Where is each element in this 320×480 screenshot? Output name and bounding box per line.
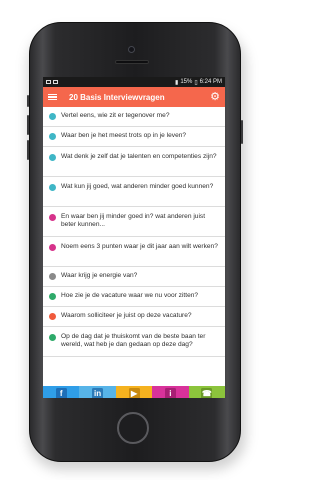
nav-tab-linkedin[interactable]: inLinkedIn <box>79 386 116 398</box>
question-dot-icon <box>49 273 56 280</box>
question-dot-icon <box>49 214 56 221</box>
volume-down-button <box>27 140 29 160</box>
gear-icon[interactable]: ⚙ <box>210 91 220 103</box>
question-text: Waar krijg je energie van? <box>61 272 138 280</box>
question-text: Noem eens 3 punten waar je dit jaar aan … <box>61 243 218 250</box>
question-list: Vertel eens, wie zit er tegenover me? Waa… <box>43 107 225 386</box>
question-dot-icon <box>49 184 56 191</box>
status-bar: ▮ 15% ▯ 6:24 PM <box>43 77 225 87</box>
battery-icon: ▯ <box>194 79 198 86</box>
download-notification-icon <box>53 80 58 84</box>
question-text: Vertel eens, wie zit er tegenover me? <box>61 112 170 120</box>
question-dot-icon <box>49 293 56 300</box>
nav-tab-contact[interactable]: ☎Contact <box>188 386 225 398</box>
question-item[interactable]: Waar ben je het meest trots op in je lev… <box>43 127 225 147</box>
app-bar: 20 Basis Interviewvragen ⚙ <box>43 87 225 107</box>
question-text: Waar ben je het meest trots op in je lev… <box>61 132 187 140</box>
info-icon: i <box>164 388 176 398</box>
mute-switch <box>27 95 29 107</box>
question-dot-icon <box>49 244 56 251</box>
linkedin-icon: in <box>92 388 104 398</box>
question-item[interactable]: Wat denk je zelf dat je talenten en comp… <box>43 147 225 177</box>
nav-tab-info[interactable]: iInfo <box>152 386 189 398</box>
question-dot-icon <box>49 154 56 161</box>
front-camera <box>128 46 135 53</box>
volume-up-button <box>27 115 29 135</box>
question-dot-icon <box>49 133 56 140</box>
question-item[interactable]: Vertel eens, wie zit er tegenover me? <box>43 107 225 127</box>
app-screen: ▮ 15% ▯ 6:24 PM 20 Basis Interviewvragen… <box>43 77 225 398</box>
question-text: Waarom solliciteer je juist op deze vaca… <box>61 312 192 320</box>
question-text: Hoe zie je de vacature waar we nu voor z… <box>61 292 199 300</box>
question-item[interactable]: Hoe zie je de vacature waar we nu voor z… <box>43 287 225 307</box>
facebook-icon: f <box>55 388 67 398</box>
signal-icon: ▮ <box>175 79 179 86</box>
battery-level: 15% <box>180 79 193 85</box>
question-text: Wat kun jij goed, wat anderen minder goe… <box>61 183 214 190</box>
question-item[interactable]: Noem eens 3 punten waar je dit jaar aan … <box>43 237 225 267</box>
question-dot-icon <box>49 313 56 320</box>
question-dot-icon <box>49 334 56 341</box>
nav-tab-media[interactable]: ▶Media <box>115 386 153 398</box>
question-text: Op de dag dat je thuiskomt van de beste … <box>61 333 206 349</box>
question-text: En waar ben jij minder goed in? wat ande… <box>61 213 206 229</box>
power-button <box>241 120 243 144</box>
phone-icon: ☎ <box>201 388 213 398</box>
question-item[interactable]: En waar ben jij minder goed in? wat ande… <box>43 207 225 237</box>
clock: 6:24 PM <box>199 79 222 85</box>
hamburger-icon[interactable] <box>48 93 57 101</box>
bottom-nav: fFacebookinLinkedIn▶MediaiInfo☎Contact <box>43 386 225 398</box>
image-notification-icon <box>46 80 51 84</box>
question-item[interactable]: Op de dag dat je thuiskomt van de beste … <box>43 327 225 357</box>
question-item[interactable]: Waar krijg je energie van? <box>43 267 225 287</box>
question-item[interactable]: Wat kun jij goed, wat anderen minder goe… <box>43 177 225 207</box>
question-dot-icon <box>49 113 56 120</box>
question-text: Wat denk je zelf dat je talenten en comp… <box>61 153 217 160</box>
question-item[interactable]: Waarom solliciteer je juist op deze vaca… <box>43 307 225 327</box>
app-title: 20 Basis Interviewvragen <box>69 92 165 102</box>
media-icon: ▶ <box>128 388 140 398</box>
home-button[interactable] <box>117 412 149 444</box>
earpiece-speaker <box>115 60 149 64</box>
nav-tab-facebook[interactable]: fFacebook <box>43 386 80 398</box>
